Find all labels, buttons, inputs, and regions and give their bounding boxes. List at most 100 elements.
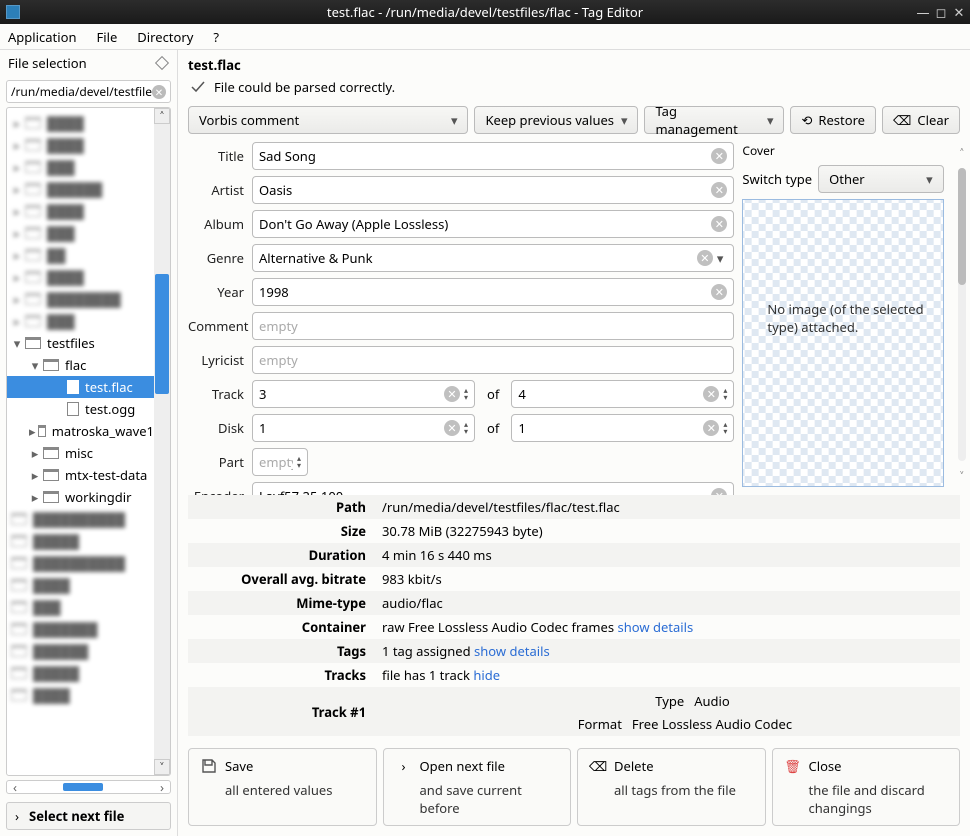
tree-mtx[interactable]: ▸mtx-test-data — [7, 464, 154, 486]
clear-icon[interactable]: ✕ — [711, 488, 727, 495]
clear-icon[interactable]: ✕ — [711, 182, 727, 198]
genre-input[interactable] — [259, 249, 697, 267]
tag-management-select[interactable]: Tag management▾ — [644, 106, 784, 134]
clear-path-icon[interactable]: ✕ — [152, 85, 166, 99]
scroll-down-icon[interactable]: ˅ — [154, 759, 170, 775]
tracks-hide-link[interactable]: hide — [473, 666, 500, 684]
select-next-label: Select next file — [29, 807, 124, 825]
file-tree[interactable]: ▸████ ▸████ ▸███ ▸██████ ▸████ ▸███ ▸██ … — [7, 108, 154, 775]
spinner[interactable]: ▴▾ — [723, 387, 727, 401]
tree-vscroll[interactable]: ˄ ˅ — [154, 108, 170, 775]
spinner[interactable]: ▴▾ — [723, 421, 727, 435]
keep-values-select[interactable]: Keep previous values▾ — [474, 106, 638, 134]
path-input-wrap: ✕ — [6, 80, 171, 103]
clear-icon[interactable]: ✕ — [444, 420, 460, 436]
clear-icon[interactable]: ✕ — [703, 386, 719, 402]
cover-label: Cover — [742, 142, 943, 159]
tree-testfiles[interactable]: ▾testfiles — [7, 332, 154, 354]
open-next-button[interactable]: ›Open next file and save current before — [383, 748, 572, 826]
no-image-text: No image (of the selected type) attached… — [767, 300, 932, 336]
restore-icon: ⟲ — [801, 111, 812, 129]
scroll-down-icon[interactable]: ˅ — [960, 467, 964, 485]
container-details-link[interactable]: show details — [617, 618, 693, 636]
label-track: Track — [188, 385, 244, 403]
tree-flac[interactable]: ▾flac — [7, 354, 154, 376]
backspace-icon: ⌫ — [893, 111, 911, 129]
tree-workingdir[interactable]: ▸workingdir — [7, 486, 154, 508]
switch-type-select[interactable]: Other▾ — [818, 165, 944, 193]
close-button[interactable]: 🗑Close the file and discard changings — [772, 748, 961, 826]
save-button[interactable]: Save all entered values — [188, 748, 377, 826]
label-album: Album — [188, 215, 244, 233]
encoder-input[interactable] — [259, 487, 711, 495]
title-bar: test.flac - /run/media/devel/testfiles/f… — [0, 0, 970, 24]
maximize-button[interactable]: ◻ — [936, 7, 946, 17]
lyricist-input[interactable] — [259, 351, 727, 369]
menu-bar: Application File Directory ? — [0, 24, 970, 50]
sidebar-heading: File selection — [8, 54, 87, 72]
disk-total-input[interactable] — [518, 419, 703, 437]
scroll-up-icon[interactable]: ˄ — [154, 108, 170, 124]
path-input[interactable] — [11, 83, 152, 100]
menu-file[interactable]: File — [96, 28, 117, 46]
tree-misc[interactable]: ▸misc — [7, 442, 154, 464]
tags-details-link[interactable]: show details — [474, 642, 550, 660]
clear-icon[interactable]: ✕ — [711, 148, 727, 164]
window-title: test.flac - /run/media/devel/testfiles/f… — [327, 3, 643, 21]
info-mime: audio/flac — [374, 591, 960, 615]
spinner[interactable]: ▴▾ — [297, 455, 301, 469]
track-num-input[interactable] — [259, 385, 444, 403]
spinner[interactable]: ▴▾ — [464, 387, 468, 401]
restore-button[interactable]: ⟲Restore — [790, 106, 876, 134]
select-next-file-button[interactable]: › Select next file — [6, 802, 171, 830]
clear-icon[interactable]: ✕ — [697, 250, 713, 266]
collapse-icon[interactable] — [155, 56, 169, 70]
form-vscroll[interactable]: ˄ ˅ — [954, 142, 970, 487]
clear-button[interactable]: ⌫Clear — [882, 106, 960, 134]
clear-icon[interactable]: ✕ — [703, 420, 719, 436]
chevron-down-icon[interactable]: ▾ — [713, 249, 728, 267]
clear-icon[interactable]: ✕ — [444, 386, 460, 402]
close-window-button[interactable]: ✕ — [954, 7, 964, 17]
bottom-actions: Save all entered values ›Open next file … — [178, 742, 970, 836]
label-title: Title — [188, 147, 244, 165]
info-path: /run/media/devel/testfiles/flac/test.fla… — [374, 495, 960, 519]
track-total-input[interactable] — [518, 385, 703, 403]
cover-drop-area[interactable]: No image (of the selected type) attached… — [742, 199, 943, 487]
app-window: test.flac - /run/media/devel/testfiles/f… — [0, 0, 970, 836]
label-disk: Disk — [188, 419, 244, 437]
minimize-button[interactable]: — — [918, 7, 928, 17]
disk-num-input[interactable] — [259, 419, 444, 437]
tree-test-ogg[interactable]: test.ogg — [7, 398, 154, 420]
clear-icon[interactable]: ✕ — [711, 284, 727, 300]
tag-format-label: Vorbis comment — [199, 111, 299, 129]
menu-application[interactable]: Application — [8, 28, 76, 46]
parse-status: File could be parsed correctly. — [214, 78, 395, 96]
album-input[interactable] — [259, 215, 711, 233]
content-pane: test.flac File could be parsed correctly… — [178, 50, 970, 836]
spinner[interactable]: ▴▾ — [464, 421, 468, 435]
backspace-icon: ⌫ — [590, 758, 606, 774]
label-genre: Genre — [188, 249, 244, 267]
title-input[interactable] — [259, 147, 711, 165]
save-icon — [201, 758, 217, 774]
comment-input[interactable] — [259, 317, 727, 335]
menu-help[interactable]: ? — [213, 28, 219, 46]
delete-button[interactable]: ⌫Delete all tags from the file — [577, 748, 766, 826]
scroll-up-icon[interactable]: ˄ — [960, 144, 964, 162]
label-year: Year — [188, 283, 244, 301]
label-part: Part — [188, 453, 244, 471]
tree-matroska[interactable]: ▸matroska_wave1 — [7, 420, 154, 442]
info-size: 30.78 MiB (32275943 byte) — [374, 519, 960, 543]
menu-directory[interactable]: Directory — [137, 28, 193, 46]
year-input[interactable] — [259, 283, 711, 301]
tree-test-flac[interactable]: test.flac — [7, 376, 154, 398]
chevron-down-icon: ▾ — [767, 111, 774, 129]
tree-hscroll[interactable]: ‹› — [6, 780, 171, 794]
chevron-right-icon: › — [15, 807, 19, 825]
part-input[interactable] — [259, 453, 293, 471]
chevron-down-icon: ▾ — [451, 111, 458, 129]
artist-input[interactable] — [259, 181, 711, 199]
clear-icon[interactable]: ✕ — [711, 216, 727, 232]
tag-format-select[interactable]: Vorbis comment ▾ — [188, 106, 468, 134]
